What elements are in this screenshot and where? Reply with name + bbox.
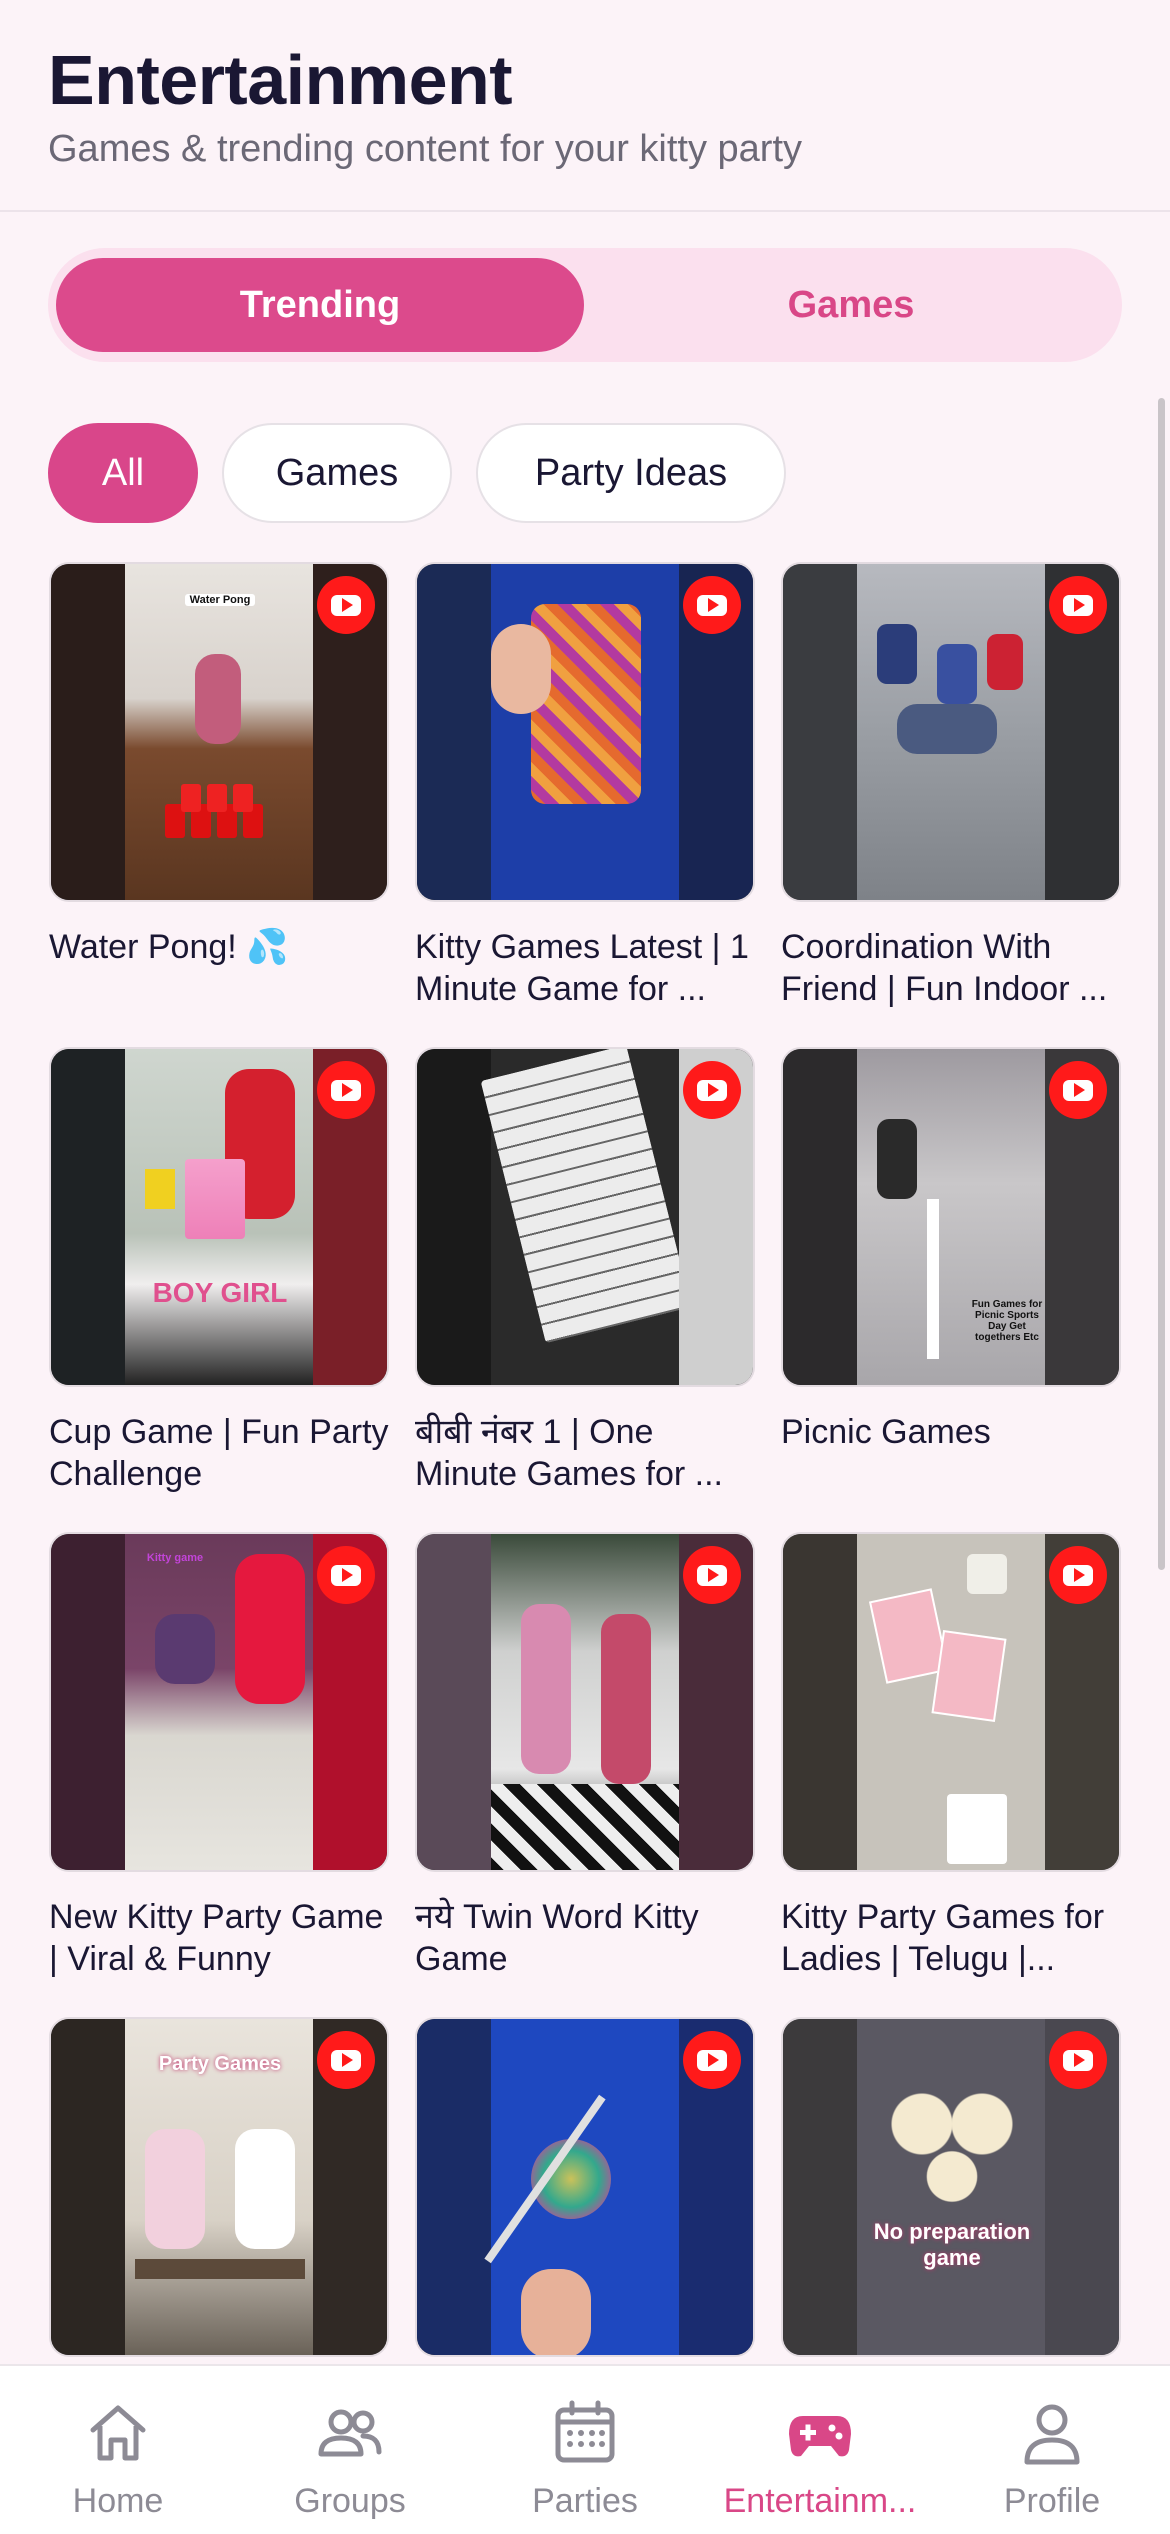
video-thumbnail[interactable]	[781, 562, 1121, 902]
video-title: Cup Game | Fun Party Challenge	[49, 1413, 389, 1493]
video-thumbnail[interactable]	[781, 1532, 1121, 1872]
thumbnail-caption: Water Pong	[185, 594, 255, 606]
video-title: Water Pong! 💦	[49, 928, 289, 966]
video-thumbnail[interactable]: Kitty game	[49, 1532, 389, 1872]
youtube-icon	[683, 576, 741, 634]
tab-label: Groups	[294, 2482, 406, 2520]
youtube-icon	[317, 576, 375, 634]
video-title: Picnic Games	[781, 1413, 991, 1451]
youtube-icon	[683, 1546, 741, 1604]
gamepad-icon	[789, 2416, 851, 2457]
youtube-icon	[683, 2031, 741, 2089]
segment-trending[interactable]: Trending	[56, 258, 584, 352]
video-thumbnail[interactable]	[415, 1532, 755, 1872]
video-title: Kitty Party Games for Ladies | Telugu |.…	[781, 1898, 1105, 1978]
video-title: नये Twin Word Kitty Game	[415, 1898, 699, 1978]
video-title: Kitty Games Latest | 1 Minute Game for .…	[415, 928, 749, 1008]
youtube-icon	[317, 2031, 375, 2089]
tab-parties[interactable]: Parties	[525, 2366, 645, 2534]
youtube-icon	[1049, 576, 1107, 634]
tab-label: Entertainm...	[723, 2482, 917, 2520]
page-subtitle: Games & trending content for your kitty …	[48, 128, 803, 170]
youtube-icon	[683, 1061, 741, 1119]
scrollbar[interactable]	[1158, 398, 1165, 1570]
video-thumbnail[interactable]	[415, 562, 755, 902]
video-title: New Kitty Party Game | Viral & Funny	[49, 1898, 384, 1978]
thumbnail-caption: No preparation game	[873, 2219, 1031, 2270]
person-icon	[1024, 2404, 1080, 2465]
video-title: Coordination With Friend | Fun Indoor ..…	[781, 928, 1108, 1008]
page-header: Entertainment Games & trending content f…	[0, 0, 1170, 212]
segment-control: Trending Games	[48, 248, 1122, 362]
calendar-icon	[555, 2400, 615, 2463]
tab-home[interactable]: Home	[58, 2366, 178, 2534]
youtube-icon	[317, 1061, 375, 1119]
tab-label: Parties	[532, 2482, 638, 2520]
tab-label: Home	[72, 2482, 164, 2520]
youtube-icon	[317, 1546, 375, 1604]
video-thumbnail[interactable]: Water Pong	[49, 562, 389, 902]
page-title: Entertainment	[48, 41, 513, 119]
youtube-icon	[1049, 1546, 1107, 1604]
thumbnail-caption: Fun Games for Picnic Sports Day Get toge…	[971, 1299, 1043, 1343]
groups-icon	[318, 2409, 382, 2457]
tab-groups[interactable]: Groups	[290, 2366, 410, 2534]
youtube-icon	[1049, 1061, 1107, 1119]
video-thumbnail[interactable]: Fun Games for Picnic Sports Day Get toge…	[781, 1047, 1121, 1387]
video-thumbnail[interactable]	[415, 2017, 755, 2357]
thumbnail-caption: Kitty game	[146, 1552, 204, 1564]
video-thumbnail[interactable]: No preparation game	[781, 2017, 1121, 2357]
thumbnail-caption: Party Games	[158, 2053, 282, 2075]
chip-party-ideas[interactable]: Party Ideas	[476, 423, 786, 523]
bottom-tab-bar: Home Groups Parties Entertainm... Profil…	[0, 2364, 1170, 2534]
video-title: बीबी नंबर 1 | One Minute Games for ...	[415, 1413, 723, 1493]
tab-entertainment[interactable]: Entertainm...	[710, 2366, 930, 2534]
segment-games[interactable]: Games	[588, 258, 1114, 352]
youtube-icon	[1049, 2031, 1107, 2089]
thumbnail-caption: BOY GIRL	[152, 1277, 288, 1308]
tab-profile[interactable]: Profile	[992, 2366, 1112, 2534]
home-icon	[90, 2405, 146, 2461]
video-thumbnail[interactable]: Party Games	[49, 2017, 389, 2357]
chip-all[interactable]: All	[48, 423, 198, 523]
video-thumbnail[interactable]	[415, 1047, 755, 1387]
chip-games[interactable]: Games	[222, 423, 452, 523]
tab-label: Profile	[1003, 2482, 1101, 2520]
video-thumbnail[interactable]: BOY GIRL	[49, 1047, 389, 1387]
